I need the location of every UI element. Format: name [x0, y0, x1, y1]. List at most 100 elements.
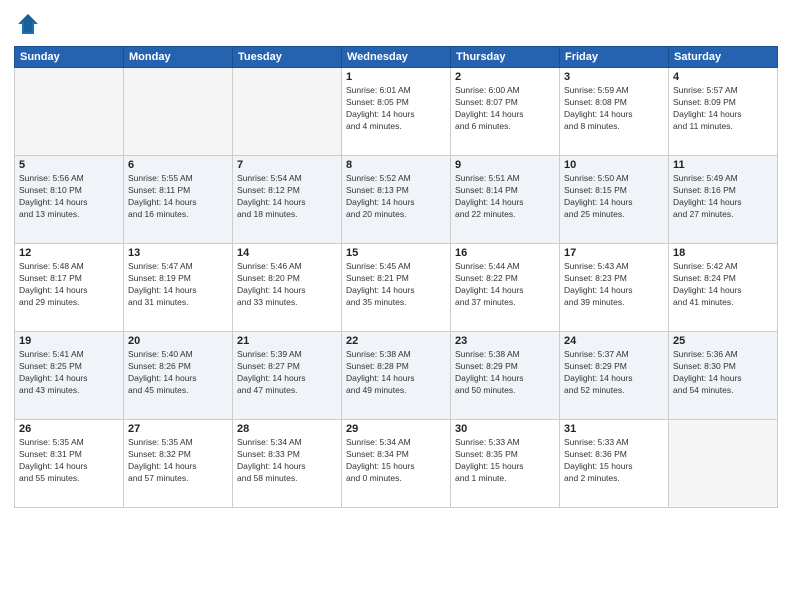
day-info: Sunrise: 5:39 AM Sunset: 8:27 PM Dayligh… — [237, 349, 337, 397]
day-number: 2 — [455, 71, 555, 83]
day-number: 30 — [455, 423, 555, 435]
calendar-cell: 11 Sunrise: 5:49 AM Sunset: 8:16 PM Dayli… — [669, 156, 778, 244]
day-number: 22 — [346, 335, 446, 347]
day-number: 11 — [673, 159, 773, 171]
calendar: SundayMondayTuesdayWednesdayThursdayFrid… — [14, 46, 778, 508]
day-info: Sunrise: 5:42 AM Sunset: 8:24 PM Dayligh… — [673, 261, 773, 309]
day-info: Sunrise: 5:56 AM Sunset: 8:10 PM Dayligh… — [19, 173, 119, 221]
logo-icon — [14, 10, 42, 38]
day-number: 23 — [455, 335, 555, 347]
week-row-4: 19 Sunrise: 5:41 AM Sunset: 8:25 PM Dayli… — [15, 332, 778, 420]
logo — [14, 10, 46, 38]
day-number: 16 — [455, 247, 555, 259]
calendar-cell — [669, 420, 778, 508]
weekday-header-row: SundayMondayTuesdayWednesdayThursdayFrid… — [15, 47, 778, 68]
day-info: Sunrise: 5:55 AM Sunset: 8:11 PM Dayligh… — [128, 173, 228, 221]
week-row-5: 26 Sunrise: 5:35 AM Sunset: 8:31 PM Dayli… — [15, 420, 778, 508]
day-info: Sunrise: 5:40 AM Sunset: 8:26 PM Dayligh… — [128, 349, 228, 397]
calendar-cell: 9 Sunrise: 5:51 AM Sunset: 8:14 PM Daylig… — [451, 156, 560, 244]
day-number: 19 — [19, 335, 119, 347]
day-info: Sunrise: 5:33 AM Sunset: 8:36 PM Dayligh… — [564, 437, 664, 485]
week-row-1: 1 Sunrise: 6:01 AM Sunset: 8:05 PM Daylig… — [15, 68, 778, 156]
calendar-cell: 3 Sunrise: 5:59 AM Sunset: 8:08 PM Daylig… — [560, 68, 669, 156]
calendar-cell: 21 Sunrise: 5:39 AM Sunset: 8:27 PM Dayli… — [233, 332, 342, 420]
calendar-cell: 12 Sunrise: 5:48 AM Sunset: 8:17 PM Dayli… — [15, 244, 124, 332]
calendar-cell: 28 Sunrise: 5:34 AM Sunset: 8:33 PM Dayli… — [233, 420, 342, 508]
day-number: 20 — [128, 335, 228, 347]
day-info: Sunrise: 5:44 AM Sunset: 8:22 PM Dayligh… — [455, 261, 555, 309]
day-number: 7 — [237, 159, 337, 171]
day-info: Sunrise: 5:50 AM Sunset: 8:15 PM Dayligh… — [564, 173, 664, 221]
day-number: 6 — [128, 159, 228, 171]
calendar-cell: 8Sunrise: 5:52 AM Sunset: 8:13 PM Daylig… — [342, 156, 451, 244]
day-info: Sunrise: 5:35 AM Sunset: 8:31 PM Dayligh… — [19, 437, 119, 485]
day-info: Sunrise: 5:51 AM Sunset: 8:14 PM Dayligh… — [455, 173, 555, 221]
day-info: Sunrise: 5:34 AM Sunset: 8:34 PM Dayligh… — [346, 437, 446, 485]
calendar-cell: 22 Sunrise: 5:38 AM Sunset: 8:28 PM Dayli… — [342, 332, 451, 420]
header — [14, 10, 778, 38]
weekday-header-saturday: Saturday — [669, 47, 778, 68]
day-number: 4 — [673, 71, 773, 83]
day-number: 5 — [19, 159, 119, 171]
day-info: Sunrise: 5:59 AM Sunset: 8:08 PM Dayligh… — [564, 85, 664, 133]
day-number: 18 — [673, 247, 773, 259]
weekday-header-monday: Monday — [124, 47, 233, 68]
day-info: Sunrise: 5:36 AM Sunset: 8:30 PM Dayligh… — [673, 349, 773, 397]
day-info: Sunrise: 6:01 AM Sunset: 8:05 PM Dayligh… — [346, 85, 446, 133]
day-number: 10 — [564, 159, 664, 171]
day-info: Sunrise: 5:57 AM Sunset: 8:09 PM Dayligh… — [673, 85, 773, 133]
day-info: Sunrise: 5:54 AM Sunset: 8:12 PM Dayligh… — [237, 173, 337, 221]
day-number: 28 — [237, 423, 337, 435]
day-info: Sunrise: 5:38 AM Sunset: 8:28 PM Dayligh… — [346, 349, 446, 397]
day-number: 12 — [19, 247, 119, 259]
day-number: 13 — [128, 247, 228, 259]
day-info: Sunrise: 5:38 AM Sunset: 8:29 PM Dayligh… — [455, 349, 555, 397]
calendar-cell: 30 Sunrise: 5:33 AM Sunset: 8:35 PM Dayli… — [451, 420, 560, 508]
calendar-cell: 19 Sunrise: 5:41 AM Sunset: 8:25 PM Dayli… — [15, 332, 124, 420]
day-number: 1 — [346, 71, 446, 83]
calendar-cell — [124, 68, 233, 156]
day-number: 25 — [673, 335, 773, 347]
day-info: Sunrise: 6:00 AM Sunset: 8:07 PM Dayligh… — [455, 85, 555, 133]
day-info: Sunrise: 5:34 AM Sunset: 8:33 PM Dayligh… — [237, 437, 337, 485]
day-number: 14 — [237, 247, 337, 259]
week-row-2: 5 Sunrise: 5:56 AM Sunset: 8:10 PM Daylig… — [15, 156, 778, 244]
week-row-3: 12 Sunrise: 5:48 AM Sunset: 8:17 PM Dayli… — [15, 244, 778, 332]
calendar-cell — [233, 68, 342, 156]
calendar-cell: 10 Sunrise: 5:50 AM Sunset: 8:15 PM Dayli… — [560, 156, 669, 244]
day-info: Sunrise: 5:46 AM Sunset: 8:20 PM Dayligh… — [237, 261, 337, 309]
day-number: 8 — [346, 159, 446, 171]
day-info: Sunrise: 5:48 AM Sunset: 8:17 PM Dayligh… — [19, 261, 119, 309]
day-number: 31 — [564, 423, 664, 435]
weekday-header-tuesday: Tuesday — [233, 47, 342, 68]
day-number: 21 — [237, 335, 337, 347]
weekday-header-sunday: Sunday — [15, 47, 124, 68]
calendar-cell — [15, 68, 124, 156]
day-number: 24 — [564, 335, 664, 347]
day-number: 17 — [564, 247, 664, 259]
calendar-cell: 1 Sunrise: 6:01 AM Sunset: 8:05 PM Daylig… — [342, 68, 451, 156]
calendar-cell: 5 Sunrise: 5:56 AM Sunset: 8:10 PM Daylig… — [15, 156, 124, 244]
calendar-cell: 16 Sunrise: 5:44 AM Sunset: 8:22 PM Dayli… — [451, 244, 560, 332]
day-info: Sunrise: 5:49 AM Sunset: 8:16 PM Dayligh… — [673, 173, 773, 221]
calendar-cell: 27Sunrise: 5:35 AM Sunset: 8:32 PM Dayli… — [124, 420, 233, 508]
calendar-cell: 13Sunrise: 5:47 AM Sunset: 8:19 PM Dayli… — [124, 244, 233, 332]
day-info: Sunrise: 5:41 AM Sunset: 8:25 PM Dayligh… — [19, 349, 119, 397]
day-number: 9 — [455, 159, 555, 171]
day-number: 15 — [346, 247, 446, 259]
calendar-cell: 4 Sunrise: 5:57 AM Sunset: 8:09 PM Daylig… — [669, 68, 778, 156]
weekday-header-thursday: Thursday — [451, 47, 560, 68]
calendar-cell: 7 Sunrise: 5:54 AM Sunset: 8:12 PM Daylig… — [233, 156, 342, 244]
calendar-cell: 17 Sunrise: 5:43 AM Sunset: 8:23 PM Dayli… — [560, 244, 669, 332]
page: SundayMondayTuesdayWednesdayThursdayFrid… — [0, 0, 792, 612]
day-number: 26 — [19, 423, 119, 435]
day-info: Sunrise: 5:43 AM Sunset: 8:23 PM Dayligh… — [564, 261, 664, 309]
day-number: 29 — [346, 423, 446, 435]
calendar-cell: 18 Sunrise: 5:42 AM Sunset: 8:24 PM Dayli… — [669, 244, 778, 332]
weekday-header-friday: Friday — [560, 47, 669, 68]
calendar-cell: 2 Sunrise: 6:00 AM Sunset: 8:07 PM Daylig… — [451, 68, 560, 156]
calendar-cell: 15Sunrise: 5:45 AM Sunset: 8:21 PM Dayli… — [342, 244, 451, 332]
calendar-cell: 23 Sunrise: 5:38 AM Sunset: 8:29 PM Dayli… — [451, 332, 560, 420]
day-number: 3 — [564, 71, 664, 83]
day-info: Sunrise: 5:33 AM Sunset: 8:35 PM Dayligh… — [455, 437, 555, 485]
